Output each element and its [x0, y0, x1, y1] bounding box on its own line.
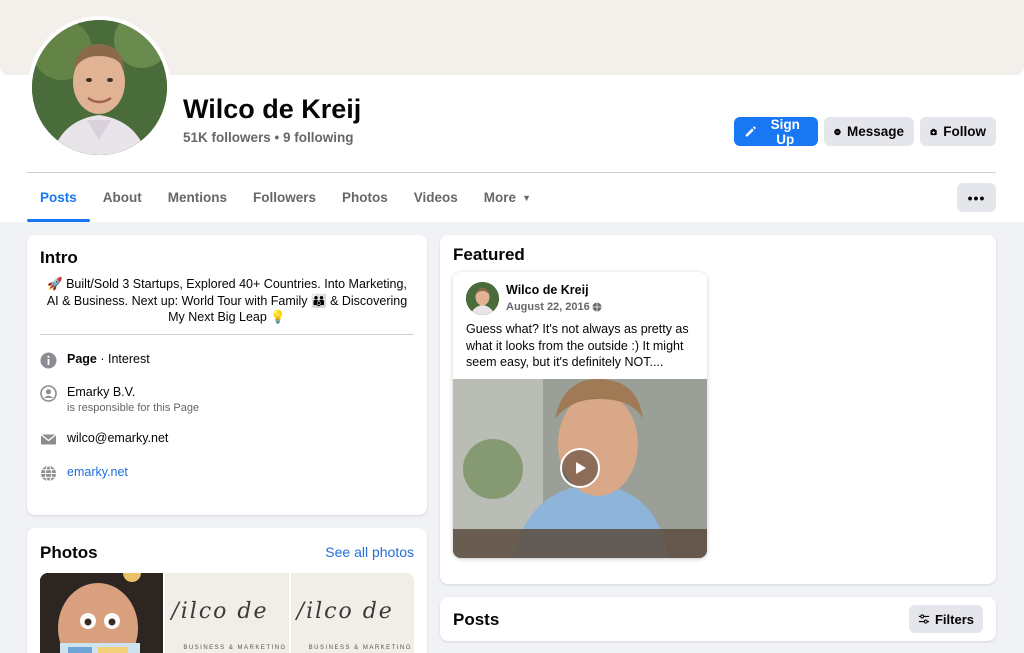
page-label: Page: [67, 352, 97, 366]
intro-bio: 🚀 Built/Sold 3 Startups, Explored 40+ Co…: [46, 277, 408, 324]
message-button[interactable]: Message: [824, 117, 914, 146]
globe-icon: [592, 302, 602, 312]
photo-caption: BUSINESS & MARKETING: [308, 645, 413, 651]
page-category-row: Page · Interest: [40, 352, 150, 369]
featured-card: Featured Wilco de Kreij August 22, 2016 …: [440, 235, 996, 584]
tab-videos-label: Videos: [413, 190, 458, 205]
tab-mentions-label: Mentions: [167, 190, 227, 205]
photo-grid: /ilco de BUSINESS & MARKETING /ilco de B…: [40, 573, 414, 653]
post-date[interactable]: August 22, 2016: [506, 301, 602, 313]
photo-thumbnail[interactable]: [40, 573, 164, 653]
follow-icon: [930, 128, 937, 135]
sign-up-button[interactable]: Sign Up: [734, 116, 818, 147]
profile-picture[interactable]: [28, 16, 171, 159]
photo-script-text: /ilco de: [296, 599, 394, 624]
intro-card: Intro 🚀 Built/Sold 3 Startups, Explored …: [27, 235, 427, 515]
page-category: · Interest: [96, 352, 150, 366]
photo-thumbnail[interactable]: /ilco de BUSINESS & MARKETING: [290, 573, 414, 653]
follower-stats[interactable]: 51K followers • 9 following: [183, 130, 354, 145]
tab-photos-label: Photos: [342, 190, 388, 205]
filters-icon: [918, 614, 930, 624]
responsible-sub: is responsible for this Page: [67, 402, 200, 414]
profile-name: Wilco de Kreij: [183, 94, 362, 124]
person-badge-icon: [40, 385, 57, 402]
featured-title: Featured: [453, 245, 525, 264]
post-video[interactable]: [453, 379, 707, 558]
sign-up-label: Sign Up: [770, 116, 800, 147]
follow-button[interactable]: Follow: [920, 117, 996, 146]
tab-photos[interactable]: Photos: [329, 173, 401, 222]
photos-card: Photos See all photos /ilco de BUSINESS …: [27, 528, 427, 653]
photos-title: Photos: [40, 543, 98, 562]
see-all-photos-link[interactable]: See all photos: [325, 544, 414, 560]
posts-title: Posts: [453, 610, 500, 629]
photo-thumbnail[interactable]: /ilco de BUSINESS & MARKETING: [165, 573, 289, 653]
play-button[interactable]: [560, 448, 600, 488]
featured-post[interactable]: Wilco de Kreij August 22, 2016 Guess wha…: [453, 272, 707, 558]
mail-icon: [40, 433, 57, 445]
filters-button[interactable]: Filters: [909, 605, 983, 633]
responsible-row: Emarky B.V. is responsible for this Page: [40, 385, 199, 414]
tab-posts-label: Posts: [40, 190, 77, 205]
tab-more-label: More: [483, 190, 517, 205]
play-icon: [576, 462, 586, 474]
intro-title: Intro: [40, 248, 78, 267]
tab-about-label: About: [102, 190, 142, 205]
post-author-avatar[interactable]: [466, 282, 499, 315]
messenger-icon: [834, 128, 841, 135]
photo-caption: BUSINESS & MARKETING: [183, 645, 287, 651]
tab-followers[interactable]: Followers: [240, 173, 329, 222]
globe-icon: [41, 465, 56, 482]
profile-tabs: Posts About Mentions Followers Photos Vi…: [27, 173, 544, 222]
profile-photo-image: [32, 20, 167, 155]
photo-thumbnail-image: [40, 573, 163, 653]
profile-header: Wilco de Kreij 51K followers • 9 followi…: [0, 0, 1024, 222]
posts-card: Posts Filters: [440, 597, 996, 641]
intro-divider: [40, 334, 414, 335]
tab-posts[interactable]: Posts: [27, 173, 90, 222]
tab-about[interactable]: About: [90, 173, 155, 222]
tab-more[interactable]: More ▼: [471, 173, 544, 222]
tab-mentions[interactable]: Mentions: [155, 173, 240, 222]
post-text: Guess what? It's not always as pretty as…: [466, 322, 689, 369]
post-author-name[interactable]: Wilco de Kreij: [506, 283, 589, 297]
filters-label: Filters: [934, 611, 974, 627]
more-options-button[interactable]: •••: [957, 183, 996, 212]
email-text: wilco@emarky.net: [67, 431, 169, 445]
follow-label: Follow: [943, 124, 986, 139]
tab-videos[interactable]: Videos: [401, 173, 471, 222]
photo-script-text: /ilco de: [171, 599, 269, 624]
responsible-name: Emarky B.V.: [67, 385, 136, 399]
pencil-icon: [745, 125, 756, 136]
avatar-image: [466, 282, 499, 315]
tab-followers-label: Followers: [253, 190, 317, 205]
email-row: wilco@emarky.net: [40, 431, 168, 448]
website-row: emarky.net: [40, 465, 128, 482]
post-date-text: August 22, 2016: [506, 301, 590, 313]
info-icon: [40, 352, 57, 369]
message-label: Message: [846, 124, 904, 139]
website-link[interactable]: emarky.net: [67, 465, 128, 479]
caret-down-icon: ▼: [522, 192, 531, 203]
